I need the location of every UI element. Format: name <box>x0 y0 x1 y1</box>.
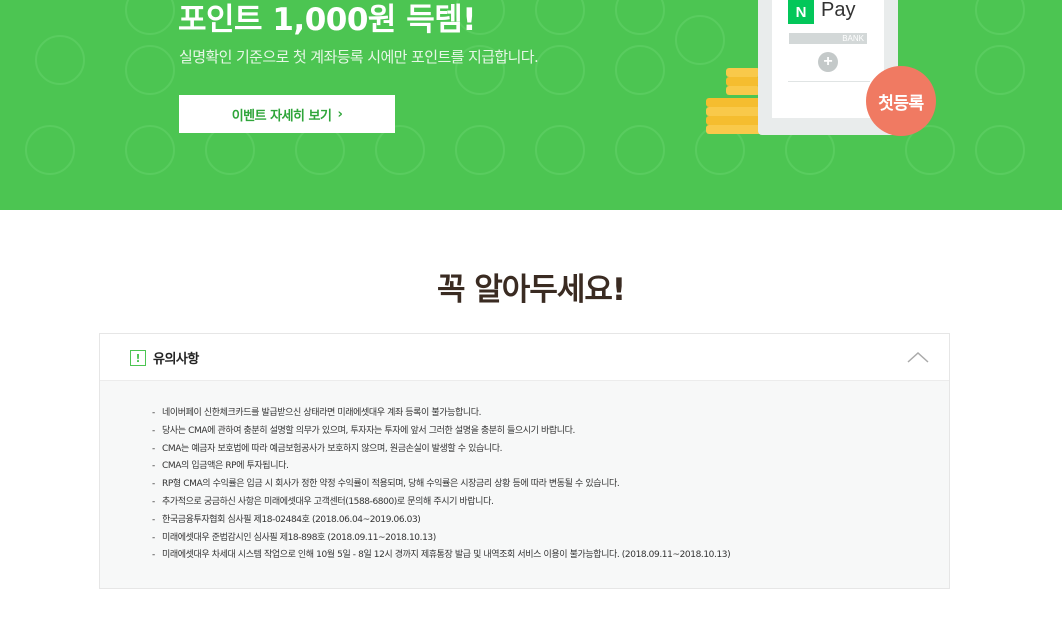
notice-item: 네이버페이 신한체크카드를 발급받으신 상태라면 미래에셋대우 계좌 등록이 불… <box>152 404 730 422</box>
notice-panel: ! 유의사항 네이버페이 신한체크카드를 발급받으신 상태라면 미래에셋대우 계… <box>99 333 950 589</box>
npay-logo-text: Pay <box>821 0 856 21</box>
first-registration-badge: 첫등록 <box>866 66 936 136</box>
bank-label: BANK <box>789 33 867 44</box>
notice-item: RP형 CMA의 수익률은 입금 시 회사가 정한 약정 수익률이 적용되며, … <box>152 475 730 493</box>
npay-logo-icon: N <box>788 0 814 24</box>
coin-stack-icon <box>706 68 762 134</box>
notice-item: 추가적으로 궁금하신 사항은 미래에셋대우 고객센터(1588-6800)로 문… <box>152 493 730 511</box>
event-detail-label: 이벤트 자세히 보기 <box>231 108 332 124</box>
chevron-right-icon: › <box>337 106 343 122</box>
hero-title: 포인트 1,000원 득템! <box>178 2 476 38</box>
notice-panel-header[interactable]: ! 유의사항 <box>100 334 949 381</box>
notice-item: 미래에셋대우 준법감시인 심사필 제18-898호 (2018.09.11~20… <box>152 529 730 547</box>
plus-icon: + <box>818 52 838 72</box>
section-title: 꼭 알아두세요! <box>436 272 626 308</box>
notice-list: 네이버페이 신한체크카드를 발급받으신 상태라면 미래에셋대우 계좌 등록이 불… <box>152 404 731 564</box>
notice-item: 한국금융투자협회 심사필 제18-02484호 (2018.06.04~2019… <box>152 511 730 529</box>
hero-subtitle: 실명확인 기준으로 첫 계좌등록 시에만 포인트를 지급합니다. <box>179 48 539 66</box>
notice-item: 당사는 CMA에 관하여 충분히 설명할 의무가 있으며, 투자자는 투자에 앞… <box>152 422 730 440</box>
exclamation-icon: ! <box>130 350 146 366</box>
notice-item: 미래에셋대우 차세대 시스템 작업으로 인해 10월 5일 - 8일 12시 경… <box>152 546 731 564</box>
event-banner: 포인트 1,000원 득템! 실명확인 기준으로 첫 계좌등록 시에만 포인트를… <box>0 0 1062 210</box>
notice-item: CMA의 입금액은 RP에 투자됩니다. <box>152 457 730 475</box>
event-detail-button[interactable]: 이벤트 자세히 보기 › <box>179 95 395 133</box>
notice-item: CMA는 예금자 보호법에 따라 예금보험공사가 보호하지 않으며, 원금손실이… <box>152 440 730 458</box>
receipt-divider <box>788 81 870 82</box>
notice-panel-title: 유의사항 <box>153 352 199 367</box>
chevron-up-icon[interactable] <box>906 350 930 364</box>
